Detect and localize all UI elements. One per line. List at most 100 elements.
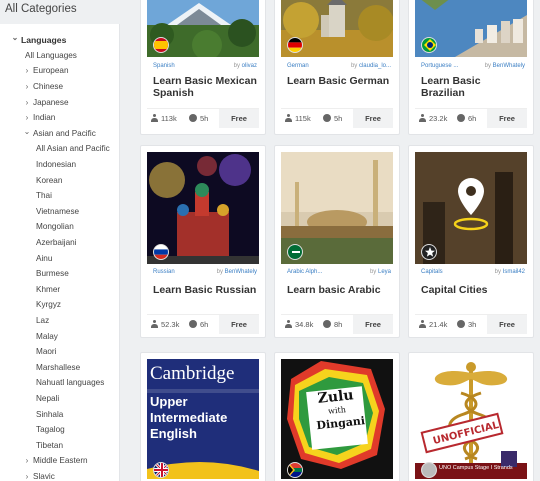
course-stats: 115k 5h Free: [281, 108, 393, 128]
course-title[interactable]: Learn basic Arabic: [287, 284, 393, 296]
sidebar-item-nepali[interactable]: Nepali: [0, 391, 119, 407]
chevron-right-icon[interactable]: ›: [23, 98, 31, 107]
course-title[interactable]: Capital Cities: [421, 284, 527, 296]
users-icon: [151, 114, 158, 122]
course-card-cambridge-english[interactable]: Cambridge Upper Intermediate English: [140, 352, 266, 481]
sidebar-item-label: Khmer: [36, 284, 61, 294]
course-title[interactable]: Learn Basic Mexican Spanish: [153, 75, 259, 99]
sidebar-item-maori[interactable]: Maori: [0, 344, 119, 360]
chevron-right-icon[interactable]: ›: [23, 472, 31, 481]
sidebar-item-indonesian[interactable]: Indonesian: [0, 157, 119, 173]
sidebar-item-tagalog[interactable]: Tagalog: [0, 422, 119, 438]
category-tree: ⌄ Languages All Languages › European › Chinese…: [0, 24, 119, 481]
course-card-russian[interactable]: Russian by BenWhately Learn Basic Russia…: [140, 145, 266, 338]
sidebar-item-ainu[interactable]: Ainu: [0, 250, 119, 266]
by-label: by: [216, 269, 223, 275]
course-stats: 23.2k 6h Free: [415, 108, 527, 128]
sidebar-item-chinese[interactable]: › Chinese: [0, 79, 119, 95]
chevron-down-icon[interactable]: ⌄: [11, 33, 19, 42]
sidebar-item-azerbaijani[interactable]: Azerbaijani: [0, 235, 119, 251]
sidebar-item-label: Kyrgyz: [36, 300, 62, 310]
sidebar-item-laz[interactable]: Laz: [0, 313, 119, 329]
author-link[interactable]: Leya: [378, 269, 391, 275]
course-card-capitals[interactable]: Capitals by Ismail42 Capital Cities 21.4…: [408, 145, 534, 338]
chevron-down-icon[interactable]: ⌄: [23, 127, 31, 136]
chevron-right-icon[interactable]: ›: [23, 456, 31, 465]
sidebar-item-nahuatl-languages[interactable]: Nahuatl languages: [0, 375, 119, 391]
sidebar-item-vietnamese[interactable]: Vietnamese: [0, 204, 119, 220]
sidebar-item-indian[interactable]: › Indian: [0, 110, 119, 126]
sidebar-item-label: Indonesian: [36, 160, 77, 170]
sidebar-item-label: Sinhala: [36, 409, 64, 419]
sidebar-item-all-languages[interactable]: All Languages: [0, 48, 119, 64]
course-language-link[interactable]: Spanish: [153, 63, 175, 69]
sidebar-item-languages[interactable]: ⌄ Languages: [0, 32, 119, 48]
by-label: by: [494, 269, 501, 275]
course-language-link[interactable]: Arabic Alph...: [287, 269, 322, 275]
sidebar-item-slavic[interactable]: › Slavic: [0, 469, 119, 481]
course-card-zulu[interactable]: Zulu with Dingani: [274, 352, 400, 481]
course-duration: 5h: [200, 113, 209, 123]
course-card-arabic[interactable]: Arabic Alph... by Leya Learn basic Arabi…: [274, 145, 400, 338]
spain-flag-icon: [153, 37, 169, 53]
course-title[interactable]: Learn Basic Russian: [153, 284, 259, 296]
sidebar-item-european[interactable]: › European: [0, 63, 119, 79]
author-link[interactable]: claudia_lo...: [359, 63, 391, 69]
sidebar-item-label: Nepali: [36, 393, 60, 403]
course-card-brazilian[interactable]: Portuguese ... by BenWhately Learn Basic…: [408, 0, 534, 135]
saudi-flag-icon: [287, 244, 303, 260]
sidebar-item-khmer[interactable]: Khmer: [0, 282, 119, 298]
author-link[interactable]: BenWhately: [225, 269, 257, 275]
price-label: Free: [487, 314, 527, 334]
sidebar-item-label: Mongolian: [36, 222, 74, 232]
cambridge-level-line: Upper: [150, 394, 188, 409]
course-title[interactable]: Learn Basic Brazilian: [421, 75, 527, 99]
author-link[interactable]: olivaz: [242, 63, 257, 69]
course-language-link[interactable]: Portuguese ...: [421, 63, 458, 69]
chevron-right-icon[interactable]: ›: [23, 113, 31, 122]
sidebar-item-thai[interactable]: Thai: [0, 188, 119, 204]
chevron-right-icon[interactable]: ›: [23, 66, 31, 75]
sidebar-item-marshallese[interactable]: Marshallese: [0, 359, 119, 375]
course-card-medical[interactable]: UNOFFICIAL UNO Campus Stage I Strands: [408, 352, 534, 481]
course-language-link[interactable]: Russian: [153, 269, 175, 275]
sidebar-item-japanese[interactable]: › Japanese: [0, 94, 119, 110]
page-heading: All Categories: [5, 3, 77, 15]
course-language-link[interactable]: German: [287, 63, 309, 69]
author-link[interactable]: Ismail42: [503, 269, 525, 275]
sidebar-item-asian-and-pacific[interactable]: ⌄ Asian and Pacific: [0, 126, 119, 142]
sidebar-item-korean[interactable]: Korean: [0, 172, 119, 188]
course-card-spanish[interactable]: Spanish by olivaz Learn Basic Mexican Sp…: [140, 0, 266, 135]
course-thumbnail: Zulu with Dingani: [281, 359, 393, 481]
sidebar-item-label: Chinese: [33, 82, 64, 92]
by-label: by: [369, 269, 377, 275]
users-icon: [285, 114, 292, 122]
chevron-right-icon[interactable]: ›: [23, 82, 31, 91]
sidebar-item-label: Japanese: [33, 97, 69, 107]
clock-icon: [189, 114, 197, 122]
sidebar-item-label: Nahuatl languages: [36, 378, 105, 388]
course-card-german[interactable]: German by claudia_lo... Learn Basic Germ…: [274, 0, 400, 135]
sidebar-item-all-asian-and-pacific[interactable]: All Asian and Pacific: [0, 141, 119, 157]
course-language-link[interactable]: Capitals: [421, 269, 443, 275]
sidebar-item-sinhala[interactable]: Sinhala: [0, 406, 119, 422]
category-sidebar: ⌄ Languages All Languages › European › Chinese…: [0, 24, 120, 481]
sidebar-item-burmese[interactable]: Burmese: [0, 266, 119, 282]
sidebar-item-kyrgyz[interactable]: Kyrgyz: [0, 297, 119, 313]
sidebar-item-tibetan[interactable]: Tibetan: [0, 437, 119, 453]
course-stats: 113k 5h Free: [147, 108, 259, 128]
course-thumbnail: [147, 152, 259, 264]
sidebar-item-malay[interactable]: Malay: [0, 328, 119, 344]
sidebar-item-mongolian[interactable]: Mongolian: [0, 219, 119, 235]
sidebar-item-middle-eastern[interactable]: › Middle Eastern: [0, 453, 119, 469]
sidebar-item-label: Ainu: [36, 253, 53, 263]
star-icon: [421, 244, 437, 260]
course-thumbnail: [415, 0, 527, 57]
sidebar-item-label: Azerbaijani: [36, 238, 77, 248]
sidebar-item-label: Tagalog: [36, 425, 65, 435]
course-title[interactable]: Learn Basic German: [287, 75, 393, 87]
author-link[interactable]: BenWhately: [493, 63, 525, 69]
sidebar-item-label: Burmese: [36, 269, 69, 279]
learner-count: 115k: [295, 113, 311, 123]
sidebar-item-label: Maori: [36, 347, 57, 357]
